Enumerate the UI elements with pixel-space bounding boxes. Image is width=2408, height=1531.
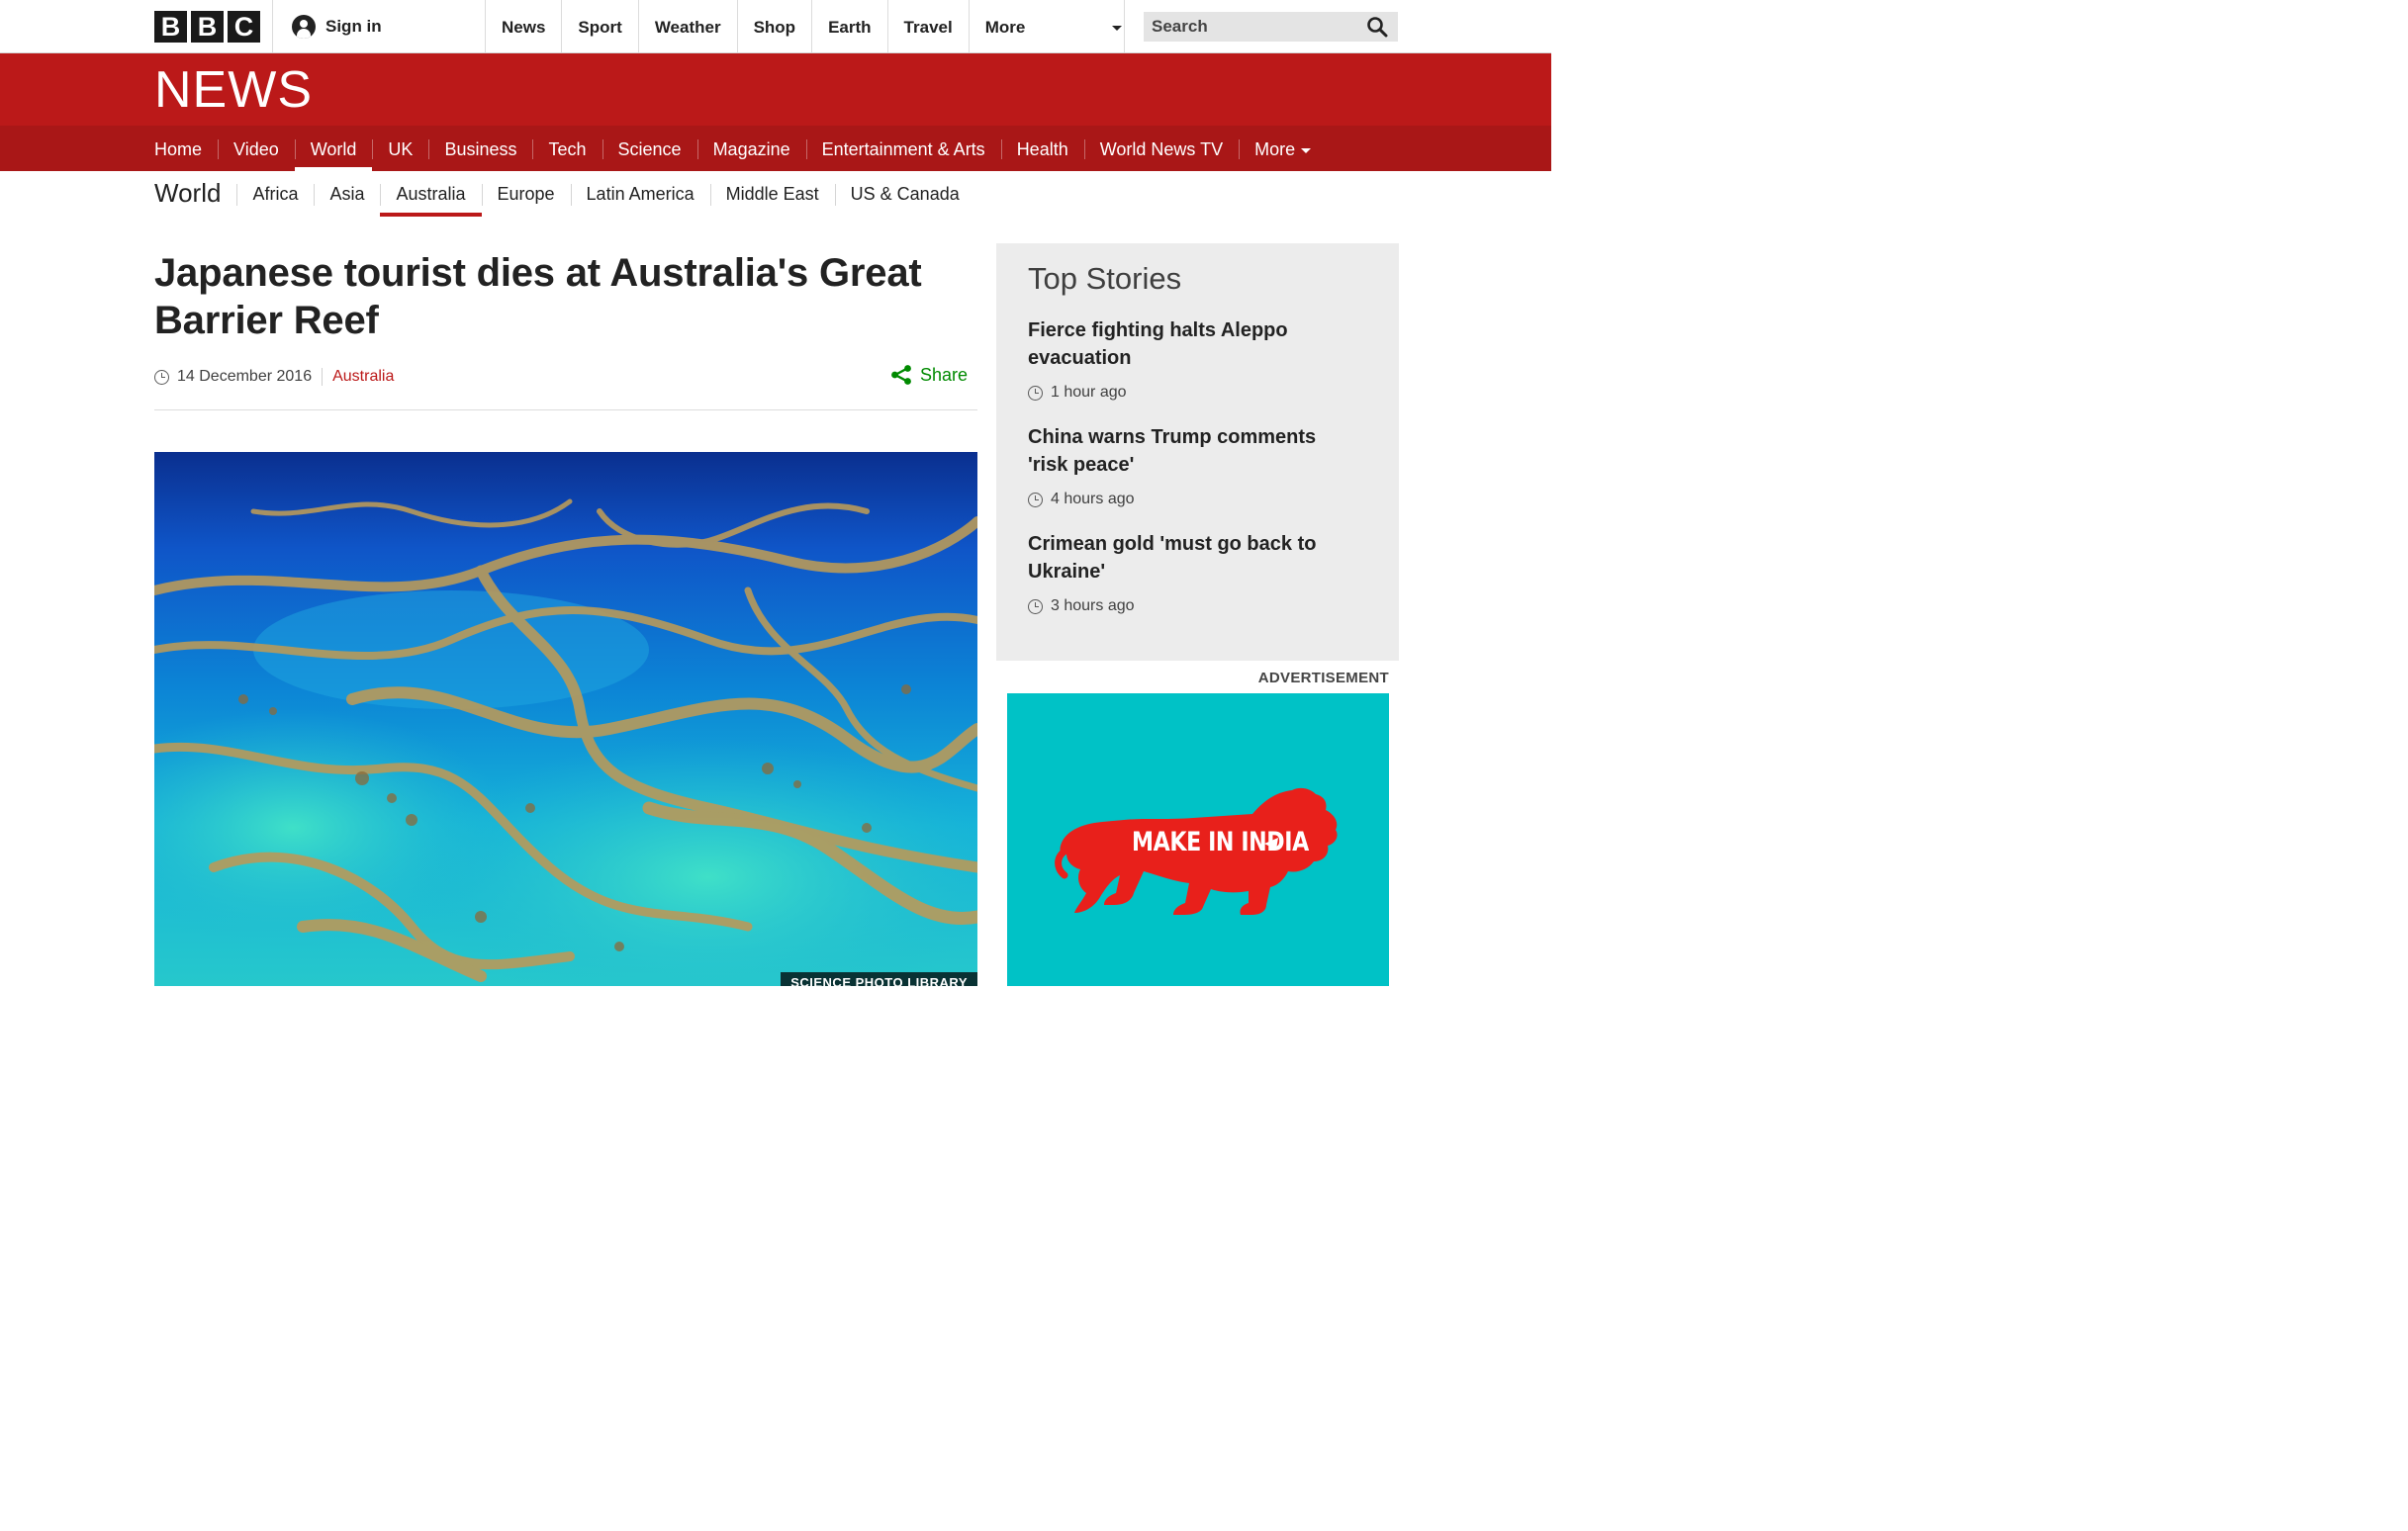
top-story-time: 1 hour ago xyxy=(1028,384,1367,402)
sub-nav-australia[interactable]: Australia xyxy=(380,171,482,217)
masthead-nav-news[interactable]: News xyxy=(485,0,561,52)
user-icon xyxy=(292,15,316,39)
article-headline: Japanese tourist dies at Australia's Gre… xyxy=(154,251,922,342)
bbc-logo-letter: B xyxy=(191,11,224,43)
nav-item-world[interactable]: World xyxy=(294,126,373,171)
masthead-nav-travel[interactable]: Travel xyxy=(886,0,969,52)
nav-item-more-label: More xyxy=(1254,139,1296,159)
masthead-nav-weather[interactable]: Weather xyxy=(637,0,737,52)
share-label: Share xyxy=(920,364,969,385)
chevron-down-icon xyxy=(1301,147,1312,153)
masthead-nav-shop[interactable]: Shop xyxy=(736,0,812,52)
top-story-link[interactable]: Fierce fighting halts Aleppo evacuation xyxy=(1028,316,1344,372)
chevron-down-icon xyxy=(1111,26,1122,31)
masthead-nav-more-label: More xyxy=(984,18,1026,37)
masthead-nav-more[interactable]: More xyxy=(968,0,1140,52)
nav-item-magazine[interactable]: Magazine xyxy=(696,126,806,171)
search-input[interactable] xyxy=(1144,12,1351,42)
sub-nav-middle-east[interactable]: Middle East xyxy=(709,171,835,217)
article-section-link[interactable]: Australia xyxy=(332,368,394,386)
top-story-time-label: 3 hours ago xyxy=(1051,597,1135,614)
nav-item-uk[interactable]: UK xyxy=(372,126,428,171)
sign-in-link[interactable]: Sign in xyxy=(292,14,382,40)
nav-item-home[interactable]: Home xyxy=(154,126,218,171)
top-story-item: China warns Trump comments 'risk peace' … xyxy=(1028,423,1367,508)
advertisement-banner[interactable]: MAKE IN INDIA xyxy=(1007,693,1389,986)
nav-item-health[interactable]: Health xyxy=(1000,126,1084,171)
top-story-time-label: 4 hours ago xyxy=(1051,491,1135,507)
meta-divider xyxy=(322,368,324,386)
bbc-masthead: B B C Sign in News Sport Weather Shop Ea… xyxy=(0,0,1551,53)
sub-nav-africa[interactable]: Africa xyxy=(236,171,314,217)
top-story-item: Crimean gold 'must go back to Ukraine' 3… xyxy=(1028,530,1367,615)
top-stories-panel: Top Stories Fierce fighting halts Aleppo… xyxy=(996,243,1399,661)
share-icon xyxy=(891,365,911,385)
clock-icon xyxy=(1028,385,1043,401)
clock-icon xyxy=(1028,492,1043,507)
clock-icon xyxy=(1028,598,1043,614)
masthead-divider xyxy=(272,0,273,52)
sub-nav-asia[interactable]: Asia xyxy=(314,171,380,217)
bbc-logo-letter: B xyxy=(154,11,187,43)
top-stories-heading: Top Stories xyxy=(1028,261,1182,296)
news-main-nav: Home Video World UK Business Tech Scienc… xyxy=(0,126,1551,171)
sign-in-label: Sign in xyxy=(325,17,382,36)
nav-item-video[interactable]: Video xyxy=(218,126,295,171)
nav-item-science[interactable]: Science xyxy=(602,126,697,171)
news-banner: NEWS xyxy=(0,53,1551,126)
article-meta: 14 December 2016 Australia xyxy=(154,365,394,389)
section-title[interactable]: World xyxy=(154,171,236,215)
reef-aerial-image xyxy=(154,452,977,986)
search-icon[interactable] xyxy=(1366,16,1388,38)
advertisement-label: ADVERTISEMENT xyxy=(1257,670,1389,686)
news-logo[interactable]: NEWS xyxy=(154,60,313,120)
top-story-time: 3 hours ago xyxy=(1028,597,1367,615)
sub-nav-latin-america[interactable]: Latin America xyxy=(570,171,710,217)
bbc-logo[interactable]: B B C xyxy=(154,11,260,43)
top-story-item: Fierce fighting halts Aleppo evacuation … xyxy=(1028,316,1367,402)
masthead-nav-earth[interactable]: Earth xyxy=(811,0,886,52)
hero-image: SCIENCE PHOTO LIBRARY xyxy=(154,452,977,986)
top-story-time-label: 1 hour ago xyxy=(1051,384,1127,401)
masthead-nav: News Sport Weather Shop Earth Travel Mor… xyxy=(485,0,1140,52)
clock-icon xyxy=(154,369,169,385)
top-story-link[interactable]: China warns Trump comments 'risk peace' xyxy=(1028,423,1344,479)
nav-item-tech[interactable]: Tech xyxy=(532,126,602,171)
masthead-nav-sport[interactable]: Sport xyxy=(561,0,637,52)
image-credit: SCIENCE PHOTO LIBRARY xyxy=(781,972,977,986)
sub-nav-europe[interactable]: Europe xyxy=(481,171,571,217)
bbc-logo-letter: C xyxy=(228,11,260,43)
advertisement-brand-text: MAKE IN INDIA xyxy=(1132,827,1309,857)
top-story-link[interactable]: Crimean gold 'must go back to Ukraine' xyxy=(1028,530,1344,585)
share-button[interactable]: Share xyxy=(890,362,968,388)
article-date: 14 December 2016 xyxy=(177,368,313,385)
nav-item-more[interactable]: More xyxy=(1239,126,1327,171)
world-sub-nav: World Africa Asia Australia Europe Latin… xyxy=(154,171,975,217)
nav-item-business[interactable]: Business xyxy=(428,126,532,171)
search-box xyxy=(1144,12,1398,42)
nav-item-entertainment-arts[interactable]: Entertainment & Arts xyxy=(805,126,1001,171)
nav-item-world-news-tv[interactable]: World News TV xyxy=(1083,126,1239,171)
article-divider xyxy=(154,409,977,410)
masthead-divider xyxy=(1124,0,1125,52)
top-story-time: 4 hours ago xyxy=(1028,491,1367,508)
sub-nav-us-canada[interactable]: US & Canada xyxy=(834,171,975,217)
